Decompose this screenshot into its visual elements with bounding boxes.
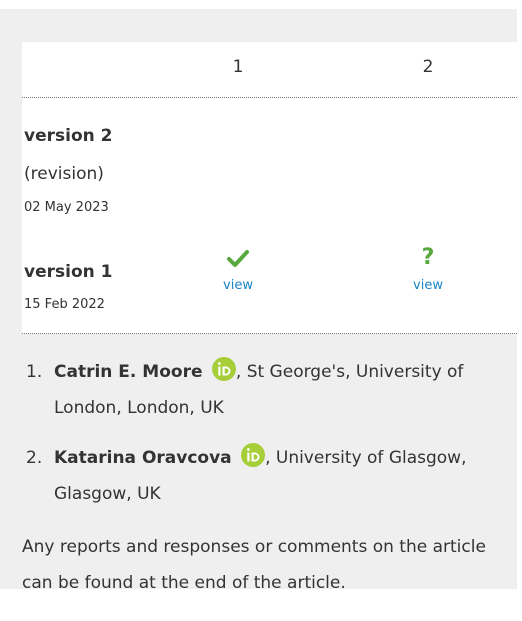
version-2-title: version 2 — [24, 126, 113, 146]
peer-review-table: 1 2 version 2 (revision) 02 May 2023 ver… — [22, 42, 517, 334]
version-2-subtitle: (revision) — [24, 164, 104, 184]
reviewer-number: 2. — [26, 448, 43, 468]
question-icon: ? — [421, 245, 435, 270]
version-1-report-2: ? view — [398, 245, 458, 294]
reviewer-list: 1. Catrin E. Moore , St George's, Univer… — [26, 354, 506, 526]
reviewer-item: 2. Katarina Oravcova , University of Gla… — [26, 440, 506, 512]
orcid-icon[interactable] — [211, 357, 236, 381]
version-1-title: version 1 — [24, 262, 113, 282]
version-1-report-1: view — [208, 248, 268, 293]
reviewer-item: 1. Catrin E. Moore , St George's, Univer… — [26, 354, 506, 426]
divider-bottom — [22, 333, 517, 334]
reviewer-number: 1. — [26, 362, 43, 382]
reviewer-column-1: 1 — [232, 57, 244, 77]
reviewer-name[interactable]: Catrin E. Moore — [54, 362, 202, 382]
view-report-1-link[interactable]: view — [208, 278, 268, 293]
reviewer-column-2: 2 — [422, 57, 434, 77]
reports-note: Any reports and responses or comments on… — [22, 537, 486, 593]
view-report-2-link[interactable]: view — [398, 278, 458, 293]
reviewer-name[interactable]: Katarina Oravcova — [54, 448, 232, 468]
check-icon — [227, 250, 249, 267]
version-1-date: 15 Feb 2022 — [24, 297, 105, 312]
divider-top — [22, 97, 517, 98]
version-2-date: 02 May 2023 — [24, 200, 109, 215]
orcid-icon[interactable] — [241, 443, 266, 467]
reviewer-status-panel: 1 2 version 2 (revision) 02 May 2023 ver… — [0, 9, 517, 593]
